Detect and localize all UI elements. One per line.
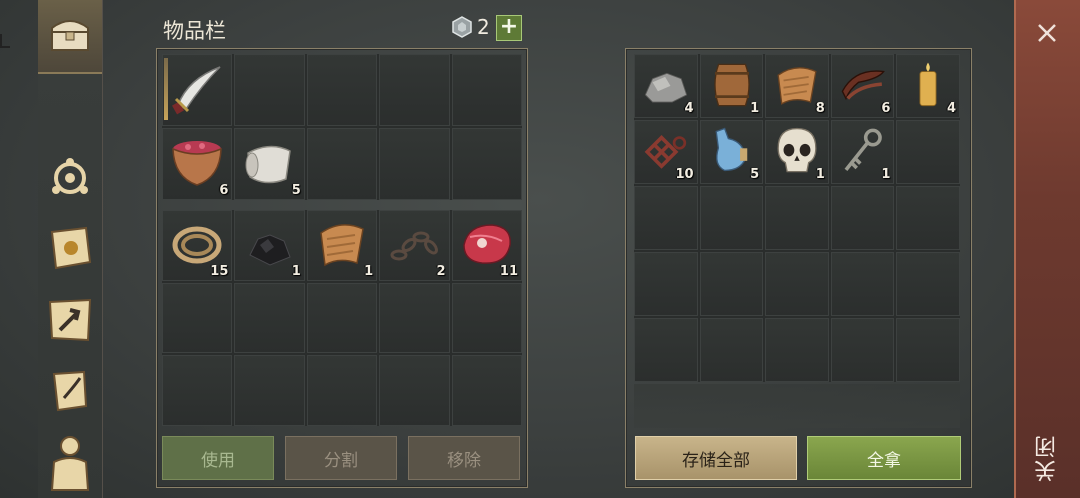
gem-icon xyxy=(452,16,472,38)
container-slot[interactable] xyxy=(699,252,764,316)
chain-icon xyxy=(390,231,439,261)
container-slot[interactable] xyxy=(896,120,960,184)
inventory-slot[interactable] xyxy=(379,355,450,426)
store-all-button[interactable]: 存储全部 xyxy=(635,436,797,480)
scroll-icon[interactable] xyxy=(46,366,94,414)
inventory-slot[interactable]: 2 xyxy=(379,210,450,281)
inventory-title: 物品栏 xyxy=(163,19,226,43)
item-count: 15 xyxy=(210,263,229,279)
split-button[interactable]: 分割 xyxy=(285,436,397,480)
close-icon[interactable] xyxy=(1036,22,1058,44)
item-count: 1 xyxy=(881,167,891,182)
use-button[interactable]: 使用 xyxy=(162,436,274,480)
equipped-grid: 6 5 xyxy=(162,54,522,200)
character-icon[interactable] xyxy=(46,432,94,492)
container-slot[interactable] xyxy=(830,186,895,250)
equip-slot[interactable] xyxy=(162,54,233,126)
coal-icon xyxy=(249,234,292,266)
inventory-slot[interactable] xyxy=(234,282,305,354)
container-slot[interactable]: 10 xyxy=(634,120,698,184)
item-count: 11 xyxy=(499,263,518,279)
equip-slot[interactable]: 6 xyxy=(162,128,233,200)
equip-slot[interactable] xyxy=(306,54,378,126)
item-count: 5 xyxy=(750,167,760,182)
container-slot[interactable] xyxy=(765,186,829,250)
container-slot[interactable] xyxy=(765,318,829,382)
equip-slot[interactable] xyxy=(451,54,522,126)
inventory-slot[interactable]: 1 xyxy=(234,210,305,281)
item-count: 1 xyxy=(750,101,760,116)
container-slot[interactable] xyxy=(896,186,960,250)
add-gem-button[interactable]: + xyxy=(496,15,522,41)
item-count: 6 xyxy=(881,101,891,116)
item-count: 1 xyxy=(364,263,374,279)
inventory-slot[interactable] xyxy=(451,282,522,354)
sun-book-icon[interactable] xyxy=(46,224,94,272)
equip-slot[interactable]: 5 xyxy=(234,128,305,200)
inventory-slot[interactable] xyxy=(234,355,305,426)
leather-scrap-icon xyxy=(319,224,364,267)
container-slot[interactable] xyxy=(634,186,698,250)
item-count: 8 xyxy=(815,101,825,116)
compass-icon[interactable] xyxy=(46,152,94,200)
equip-slot[interactable] xyxy=(379,128,450,200)
edge-mark xyxy=(0,34,10,48)
scimitar-icon xyxy=(172,66,221,115)
chest-icon[interactable] xyxy=(46,10,94,58)
equip-slot[interactable] xyxy=(379,54,450,126)
inventory-slot[interactable] xyxy=(451,355,522,426)
cloth-roll-icon xyxy=(245,145,292,184)
container-slot[interactable] xyxy=(699,186,764,250)
inventory-slot[interactable] xyxy=(162,355,233,426)
container-slot[interactable]: 4 xyxy=(896,54,960,118)
container-slot[interactable]: 4 xyxy=(634,54,698,118)
container-slot[interactable] xyxy=(699,318,764,382)
container-slot[interactable] xyxy=(896,252,960,316)
container-slot[interactable]: 6 xyxy=(830,54,895,118)
item-count: 2 xyxy=(436,263,446,279)
container-slot[interactable] xyxy=(634,318,698,382)
container-slot[interactable] xyxy=(830,252,895,316)
container-grid-fade xyxy=(634,384,960,428)
item-count: 5 xyxy=(291,183,301,198)
inventory-slot[interactable] xyxy=(306,355,378,426)
container-slot[interactable]: 1 xyxy=(765,120,829,184)
item-count: 1 xyxy=(815,167,825,182)
container-slot[interactable]: 5 xyxy=(699,120,764,184)
container-slot[interactable] xyxy=(830,318,895,382)
item-count: 6 xyxy=(219,183,229,198)
equip-slot[interactable] xyxy=(306,128,378,200)
inventory-grid: 15 1 1 2 11 xyxy=(162,210,522,426)
container-slot[interactable] xyxy=(634,252,698,316)
container-grid: 4 1 8 6 4 10 5 1 1 xyxy=(634,54,960,382)
container-slot[interactable] xyxy=(765,252,829,316)
container-slot[interactable]: 1 xyxy=(699,54,764,118)
item-count: 10 xyxy=(675,167,694,182)
inventory-slot[interactable]: 1 xyxy=(306,210,378,281)
inventory-slot[interactable]: 15 xyxy=(162,210,233,281)
item-count: 4 xyxy=(684,101,694,116)
item-count: 4 xyxy=(946,101,956,116)
inventory-slot[interactable] xyxy=(162,282,233,354)
take-all-button[interactable]: 全拿 xyxy=(807,436,961,480)
berry-bowl-icon xyxy=(172,141,222,186)
equip-slot[interactable] xyxy=(451,128,522,200)
map-icon[interactable] xyxy=(46,296,94,344)
gem-count: 2 xyxy=(477,15,490,39)
inventory-slot[interactable]: 11 xyxy=(451,210,522,281)
item-count: 1 xyxy=(291,263,301,279)
inventory-slot[interactable] xyxy=(306,282,378,354)
remove-button[interactable]: 移除 xyxy=(408,436,520,480)
container-slot[interactable]: 1 xyxy=(830,120,895,184)
container-slot[interactable]: 8 xyxy=(765,54,829,118)
close-label[interactable]: 关闭 xyxy=(1032,422,1064,482)
equip-slot[interactable] xyxy=(234,54,305,126)
container-slot[interactable] xyxy=(896,318,960,382)
inventory-slot[interactable] xyxy=(379,282,450,354)
